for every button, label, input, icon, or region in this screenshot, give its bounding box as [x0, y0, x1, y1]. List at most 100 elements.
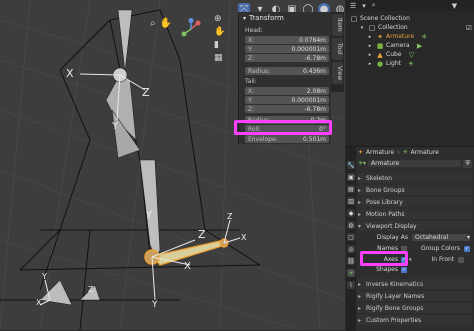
axis-label-y: Y — [112, 121, 119, 132]
axis-label-y: Y — [146, 210, 153, 221]
motion-paths-section[interactable]: ▸ Motion Paths — [358, 209, 472, 219]
rigify-layer-names-section[interactable]: ▸ Rigify Layer Names — [358, 291, 472, 301]
expand-arrow-icon[interactable]: ▸ — [366, 42, 374, 50]
viewport-display-section[interactable]: ▾ Viewport Display — [358, 221, 472, 231]
breadcrumb: ✦ Armature › ✳ Armature — [358, 149, 439, 156]
camera-icon: ■ — [376, 41, 384, 50]
physics-tab-icon[interactable]: ◎ — [347, 245, 355, 253]
head-x-field[interactable]: X: 0.0784m — [245, 36, 329, 44]
light-data-icon: ☀ — [407, 59, 415, 68]
envelope-field[interactable]: Envelope: 0.501m — [245, 135, 329, 143]
armature-data-tab-icon[interactable]: ✳ — [347, 269, 355, 277]
armature-icon: ✦ — [377, 32, 383, 41]
axes-highlight — [360, 251, 408, 266]
axis-label-x: X — [184, 261, 191, 272]
tool-tab-icon[interactable]: 🔧 — [347, 161, 355, 169]
list-item[interactable]: ▸ ✦Armature ✳ ◉ — [346, 32, 474, 41]
group-colors-checkbox[interactable]: ✓ — [463, 245, 470, 252]
chevron-down-icon: ▾ — [466, 234, 470, 241]
pan-hand-icon[interactable]: ✋ — [214, 27, 225, 37]
sidebar-tabs: Item Tool View — [331, 12, 344, 92]
datablock-selector: ✳▾ Armature ⛨ — [358, 159, 472, 168]
armature-data-icon[interactable]: ✳▾ — [358, 160, 366, 167]
display-as-row: Display As Octahedral ▾ — [376, 234, 470, 241]
list-item[interactable]: ▸ ▲Cube ▽ ◉ — [346, 50, 474, 59]
tail-x-field[interactable]: X: 2.08m — [245, 87, 329, 95]
axis-label-x: X — [66, 67, 74, 80]
transform-header[interactable]: ▾ Transform — [239, 12, 331, 24]
list-item[interactable]: ▾ ▢Collection ☑ ◉ — [346, 23, 474, 32]
axis-label-x: X — [36, 298, 42, 307]
armature-data-icon: ✳ — [402, 149, 408, 156]
camera-data-icon: ▶ — [416, 41, 423, 50]
display-as-dropdown[interactable]: Octahedral ▾ — [412, 234, 470, 241]
datablock-name-field[interactable]: Armature — [368, 160, 462, 167]
object-tab-icon[interactable]: ▢ — [347, 233, 355, 241]
light-icon: ● — [376, 59, 384, 68]
skeleton-section[interactable]: ▸ Skeleton — [358, 173, 472, 183]
list-item[interactable]: ▢ Scene Collection — [346, 14, 474, 23]
pan-hand-icon[interactable]: ✋ — [160, 18, 172, 29]
zoom-icon[interactable]: ⌕ — [150, 18, 156, 29]
fake-user-icon[interactable]: ⛨ — [463, 159, 472, 168]
custom-properties-section[interactable]: ▸ Custom Properties — [358, 315, 472, 325]
scene-tab-icon[interactable]: ◆ — [347, 209, 355, 217]
inverse-kinematics-section[interactable]: ▸ Inverse Kinematics — [358, 279, 472, 289]
outliner-header: ☰ ▾ ⌕ ▼ — [346, 0, 474, 11]
axis-label-y: Y — [42, 272, 47, 281]
constraints-tab-icon[interactable]: ⛓ — [347, 257, 355, 265]
zoom-icon[interactable]: ⊕ — [214, 14, 225, 24]
outliner: ☰ ▾ ⌕ ▼ ▢ Scene Collection ▾ ▢ Collection … — [346, 0, 474, 146]
navigation-buttons: ⌕ ✋ — [150, 18, 172, 29]
viewport-side-buttons: ⊕ ✋ ▮ ▦ — [214, 14, 225, 63]
checkbox-icon[interactable]: ☑ — [466, 24, 472, 32]
properties-editor: 🔧 ▣ ▤ ▥ ◆ ◍ ▢ ◎ ⛓ ✳ ⌇ ✦ Armature › ✳ Arm… — [346, 146, 474, 331]
camera-icon[interactable]: ▮ — [214, 40, 225, 50]
tab-tool[interactable]: Tool — [332, 38, 343, 60]
chevron-down-icon[interactable]: ▾ — [409, 257, 412, 263]
collection-icon: ▢ — [368, 23, 376, 32]
tab-item[interactable]: Item — [332, 14, 343, 36]
view-layer-tab-icon[interactable]: ▥ — [347, 197, 355, 205]
list-item[interactable]: ▸ ●Light ☀ ◉ — [346, 59, 474, 68]
armature-icon: ✦ — [358, 149, 364, 156]
rigify-bone-groups-section[interactable]: ▸ Rigify Bone Groups — [358, 303, 472, 313]
scene-collection-icon: ▢ — [350, 14, 358, 23]
bone-tab-icon[interactable]: ⌇ — [347, 281, 355, 289]
display-mode-icon[interactable]: ▾ — [362, 2, 366, 10]
shapes-checkbox[interactable]: ✓ — [401, 266, 407, 273]
tail-label: Tail: — [245, 78, 257, 85]
mesh-data-icon: ▽ — [408, 50, 415, 59]
expand-arrow-icon[interactable]: ▸ — [366, 51, 374, 59]
expand-arrow-icon[interactable]: ▸ — [366, 60, 374, 68]
axis-label-z: Z — [198, 228, 206, 241]
head-y-field[interactable]: Y: 0.000001m — [245, 45, 329, 53]
axis-label-z: Z — [227, 212, 233, 221]
head-z-field[interactable]: Z: -6.78m — [245, 54, 329, 62]
mesh-icon: ▲ — [377, 50, 383, 59]
tail-y-field[interactable]: Y: 0.000001m — [245, 96, 329, 104]
list-item[interactable]: ▸ ■Camera ▶ ◉ — [346, 41, 474, 50]
grid-icon[interactable]: ▦ — [214, 53, 225, 63]
outliner-editor-icon[interactable]: ☰ — [350, 2, 356, 10]
in-front-checkbox[interactable] — [458, 256, 465, 263]
render-tab-icon[interactable]: ▣ — [347, 173, 355, 181]
head-label: Head: — [245, 27, 263, 34]
world-tab-icon[interactable]: ◍ — [347, 221, 355, 229]
expand-arrow-icon[interactable]: ▾ — [358, 24, 366, 32]
roll-highlight — [234, 120, 332, 135]
expand-arrow-icon[interactable]: ▸ — [366, 33, 374, 41]
head-radius-field[interactable]: Radius: 0.436m — [245, 67, 329, 75]
axis-label-z: Z — [88, 285, 94, 294]
tab-view[interactable]: View — [332, 62, 343, 84]
chevron-right-icon: › — [397, 149, 400, 156]
filter-icon[interactable]: ▼ — [452, 2, 457, 10]
output-tab-icon[interactable]: ▤ — [347, 185, 355, 193]
tail-z-field[interactable]: Z: -6.78m — [245, 105, 329, 113]
axis-label-x: X — [241, 233, 247, 242]
axis-label-y: Y — [152, 300, 158, 310]
navigation-gizmo[interactable] — [180, 18, 202, 40]
bone-groups-section[interactable]: ▸ Bone Groups — [358, 185, 472, 195]
search-icon[interactable]: ⌕ — [372, 1, 376, 10]
pose-library-section[interactable]: ▸ Pose Library — [358, 197, 472, 207]
